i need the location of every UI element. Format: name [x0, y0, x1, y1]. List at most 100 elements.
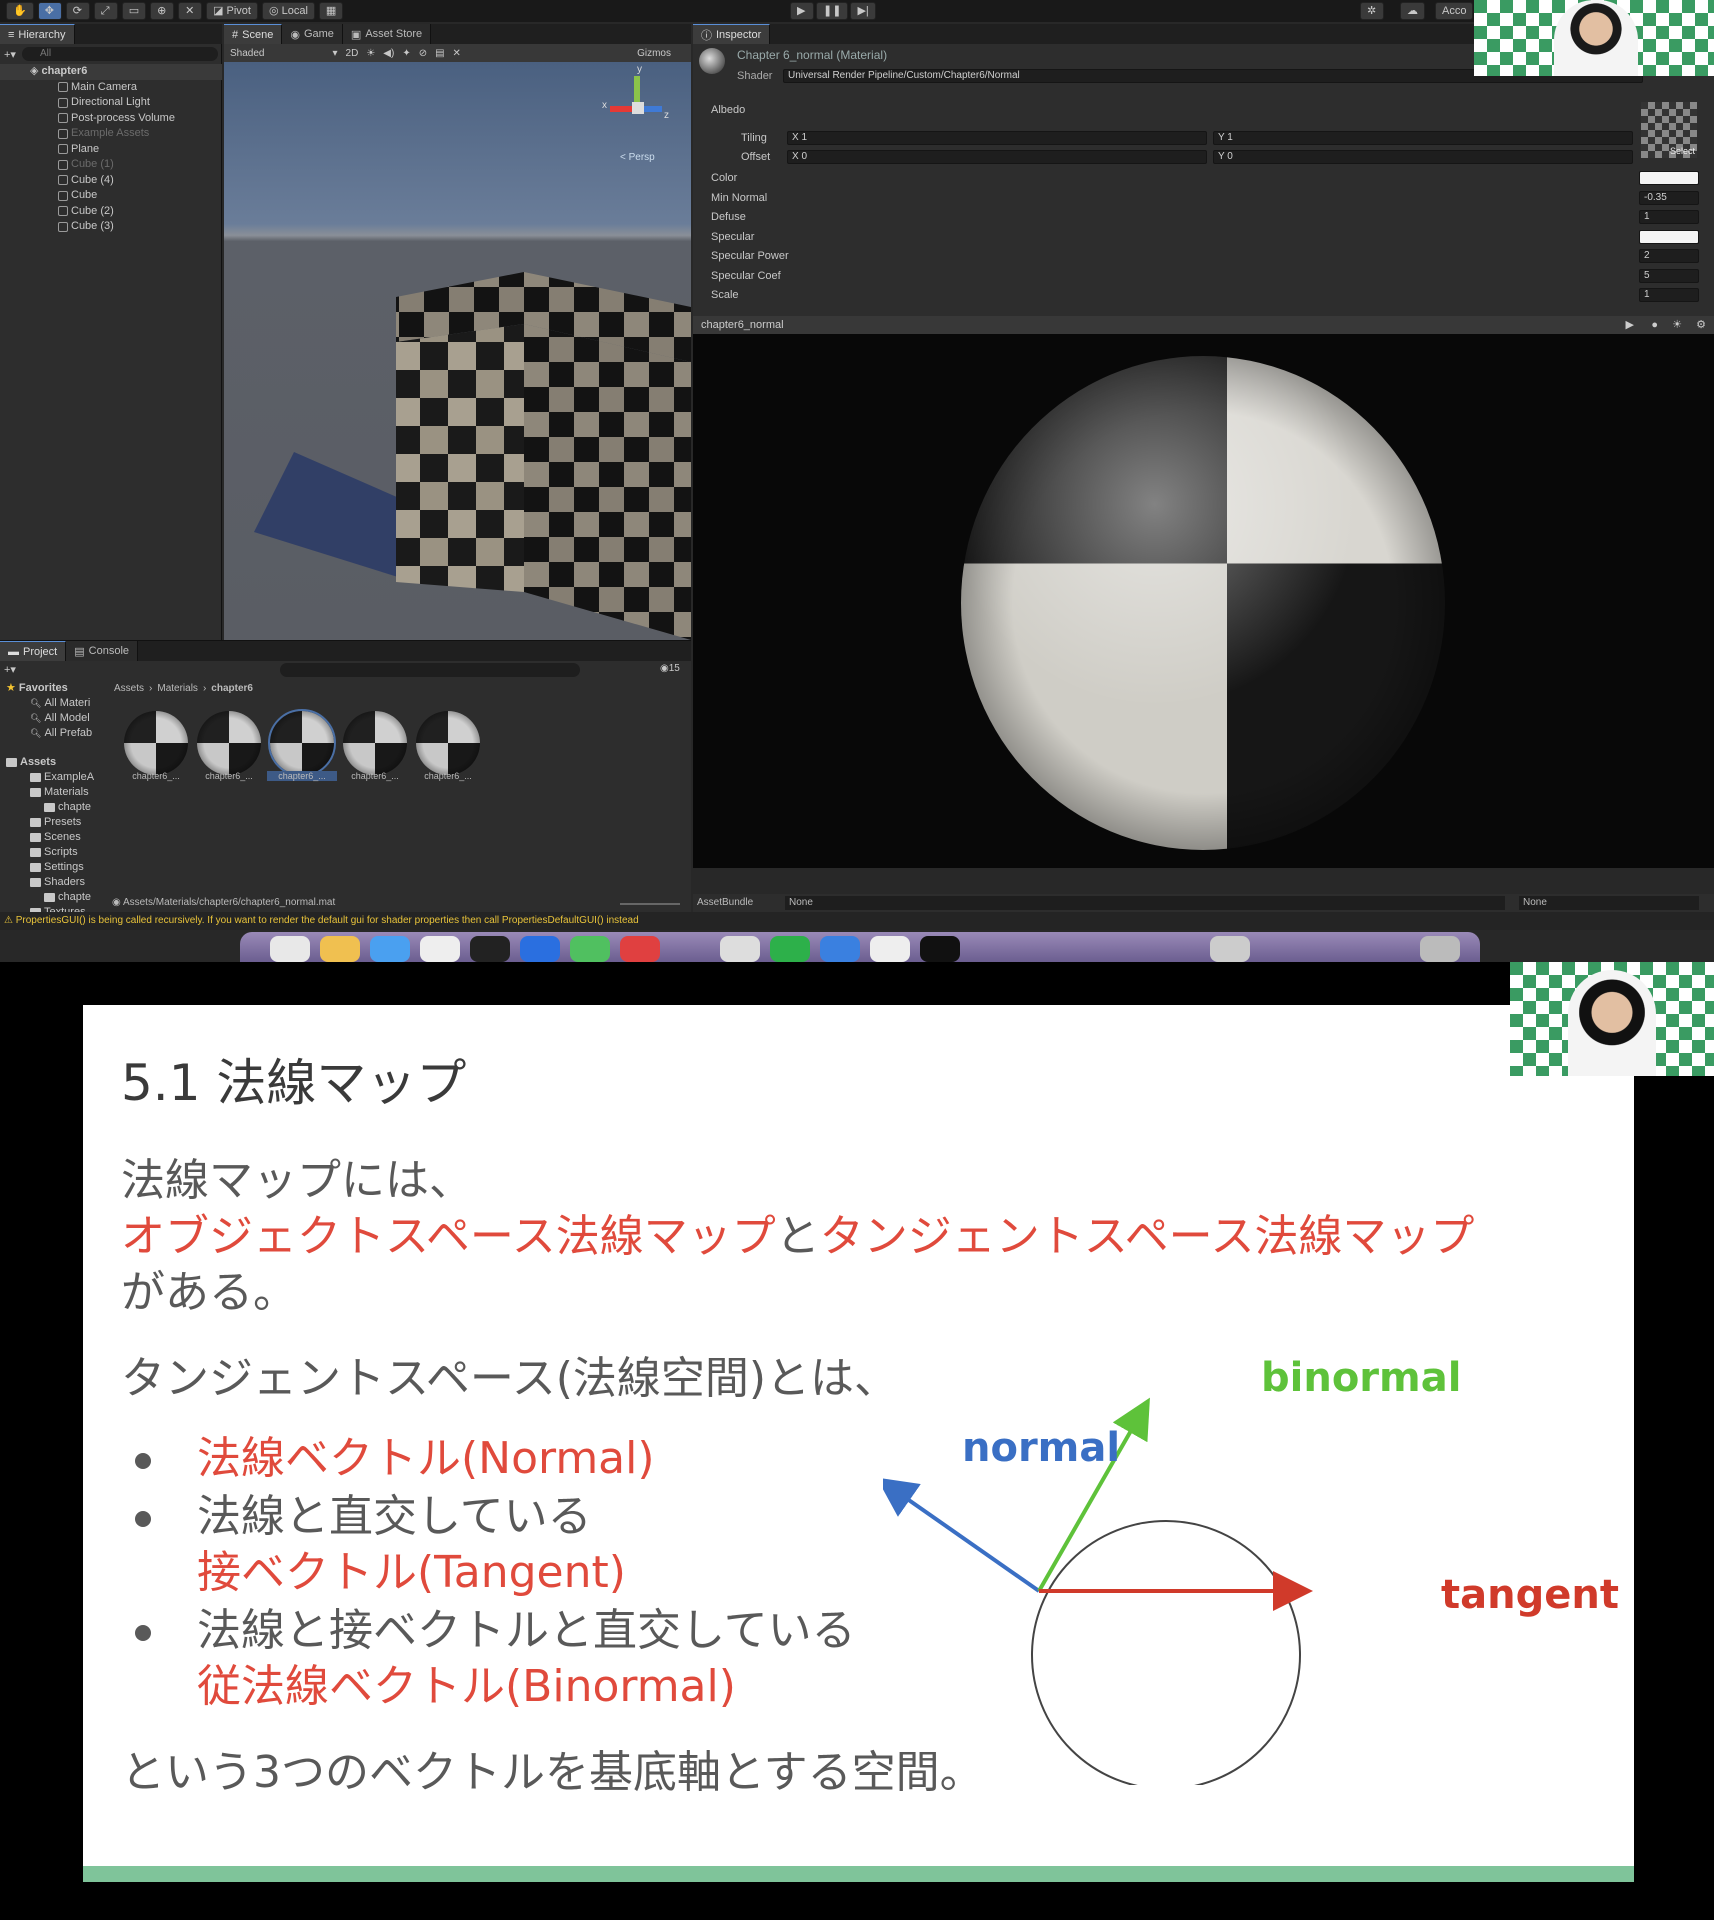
- app-icon[interactable]: [620, 936, 660, 962]
- cloud-icon[interactable]: ☁: [1400, 2, 1425, 20]
- light-toggle-icon[interactable]: ☀: [366, 48, 375, 59]
- hierarchy-item[interactable]: Cube: [0, 188, 222, 204]
- assets-row[interactable]: Assets: [0, 755, 110, 770]
- pivot-toggle[interactable]: ◪ Pivot: [206, 2, 258, 20]
- account-button[interactable]: Acco: [1435, 2, 1474, 20]
- local-toggle[interactable]: ◎ Local: [261, 2, 315, 20]
- audio-toggle-icon[interactable]: ◀): [383, 48, 394, 59]
- tab-project[interactable]: ▬ Project: [0, 641, 67, 661]
- tiling-y-field[interactable]: Y 1: [1213, 131, 1633, 145]
- preview-light-icon[interactable]: ☀: [1672, 316, 1682, 334]
- effects-icon[interactable]: ✦: [402, 48, 410, 59]
- status-bar[interactable]: ⚠ PropertiesGUI() is being called recurs…: [0, 912, 1714, 930]
- project-search-input[interactable]: [280, 663, 580, 677]
- offset-x-field[interactable]: X 0: [787, 150, 1207, 164]
- hierarchy-item[interactable]: Main Camera: [0, 80, 222, 96]
- hierarchy-item[interactable]: Cube (2): [0, 204, 222, 220]
- app-icon[interactable]: [320, 936, 360, 962]
- material-thumbnail[interactable]: [268, 709, 336, 777]
- app-icon[interactable]: [870, 936, 910, 962]
- assetbundle-variant-dropdown[interactable]: None: [1519, 896, 1699, 910]
- transform-tool-button[interactable]: ⊕: [150, 2, 175, 20]
- assetbundle-dropdown[interactable]: None: [785, 896, 1505, 910]
- hierarchy-item[interactable]: Example Assets: [0, 126, 222, 142]
- asset-folder-item[interactable]: Materials: [0, 785, 110, 800]
- gizmo-y-axis[interactable]: [634, 76, 640, 102]
- hierarchy-item[interactable]: Plane: [0, 142, 222, 158]
- rotate-tool-button[interactable]: ⟳: [65, 2, 90, 20]
- hierarchy-item[interactable]: Cube (3): [0, 219, 222, 235]
- preview-sphere-icon[interactable]: ●: [1651, 316, 1658, 334]
- thumbnail-size-slider[interactable]: [620, 903, 680, 905]
- trash-icon[interactable]: [1420, 936, 1460, 962]
- app-icon[interactable]: [720, 936, 760, 962]
- color-swatch[interactable]: [1639, 229, 1699, 244]
- property-value-field[interactable]: 1: [1639, 210, 1699, 224]
- hierarchy-search-input[interactable]: All: [21, 47, 218, 61]
- material-thumbnail[interactable]: [197, 711, 261, 775]
- add-icon[interactable]: +▾: [4, 48, 16, 61]
- color-swatch[interactable]: [1639, 171, 1699, 185]
- tab-hierarchy[interactable]: ≡ Hierarchy: [0, 24, 75, 44]
- favorite-item[interactable]: 🔍︎ All Prefab: [0, 726, 110, 741]
- custom-tool-button[interactable]: ✕: [178, 2, 203, 20]
- scene-root-row[interactable]: ◈ chapter6: [0, 64, 222, 80]
- pause-button[interactable]: ❚❚: [816, 2, 849, 20]
- rect-tool-button[interactable]: ▭: [121, 2, 147, 20]
- collab-button[interactable]: ✲: [1360, 2, 1384, 20]
- material-thumbnail[interactable]: [124, 711, 188, 775]
- app-icon[interactable]: [920, 936, 960, 962]
- safari-icon[interactable]: [420, 936, 460, 962]
- preview-settings-icon[interactable]: ⚙: [1696, 316, 1706, 334]
- asset-folder-item[interactable]: chapte: [0, 890, 110, 905]
- breadcrumb-item[interactable]: Materials: [157, 683, 198, 694]
- tab-scene[interactable]: # Scene: [224, 24, 283, 44]
- shading-mode-dropdown[interactable]: Shaded: [230, 48, 264, 59]
- step-button[interactable]: ▶|: [850, 2, 876, 20]
- asset-folder-item[interactable]: Settings: [0, 860, 110, 875]
- breadcrumb-item[interactable]: chapter6: [211, 683, 253, 694]
- asset-folder-item[interactable]: Presets: [0, 815, 110, 830]
- material-thumbnail[interactable]: [343, 711, 407, 775]
- asset-folder-item[interactable]: Shaders: [0, 875, 110, 890]
- asset-folder-item[interactable]: Scenes: [0, 830, 110, 845]
- gizmo-center-cube[interactable]: [632, 102, 644, 114]
- app-icon[interactable]: [770, 936, 810, 962]
- terminal-icon[interactable]: [470, 936, 510, 962]
- grid-snap-button[interactable]: ▦: [318, 2, 344, 20]
- scene-viewport[interactable]: y x z < Persp: [224, 62, 691, 640]
- camera-icon[interactable]: ▤: [435, 48, 444, 59]
- property-value-field[interactable]: -0.35: [1639, 190, 1699, 205]
- hierarchy-item[interactable]: Post-process Volume: [0, 111, 222, 127]
- hand-tool-button[interactable]: ✋: [6, 2, 34, 20]
- tools-icon[interactable]: ✕: [453, 48, 461, 59]
- property-value-field[interactable]: 5: [1639, 268, 1699, 283]
- favorite-item[interactable]: 🔍︎ All Materi: [0, 696, 110, 711]
- play-button[interactable]: ▶: [790, 2, 814, 20]
- tab-asset-store[interactable]: ▣ Asset Store: [342, 24, 432, 44]
- preview-play-icon[interactable]: ▶: [1626, 316, 1634, 334]
- gizmos-dropdown[interactable]: Gizmos: [637, 48, 671, 59]
- tiling-x-field[interactable]: X 1: [787, 131, 1207, 145]
- app-icon[interactable]: [370, 936, 410, 962]
- offset-y-field[interactable]: Y 0: [1213, 150, 1633, 164]
- app-icon[interactable]: [520, 936, 560, 962]
- hierarchy-item[interactable]: Cube (4): [0, 173, 222, 189]
- persp-label[interactable]: < Persp: [620, 152, 655, 163]
- app-icon[interactable]: [820, 936, 860, 962]
- asset-folder-item[interactable]: ExampleA: [0, 770, 110, 785]
- hierarchy-item[interactable]: Cube (1): [0, 157, 222, 173]
- tab-inspector[interactable]: ⓘ Inspector: [693, 24, 771, 44]
- app-icon[interactable]: [1210, 936, 1250, 962]
- scene-gizmo[interactable]: y x z: [602, 64, 674, 140]
- property-value-field[interactable]: 2: [1639, 249, 1699, 263]
- favorite-item[interactable]: 🔍︎ All Model: [0, 711, 110, 726]
- material-preview[interactable]: [693, 334, 1714, 868]
- 2d-toggle[interactable]: 2D: [346, 48, 359, 59]
- app-icon[interactable]: [570, 936, 610, 962]
- asset-folder-item[interactable]: Scripts: [0, 845, 110, 860]
- property-value-field[interactable]: 1: [1639, 288, 1699, 302]
- finder-icon[interactable]: [270, 936, 310, 962]
- favorites-row[interactable]: ★ Favorites: [0, 681, 110, 696]
- move-tool-button[interactable]: ✥: [37, 2, 62, 20]
